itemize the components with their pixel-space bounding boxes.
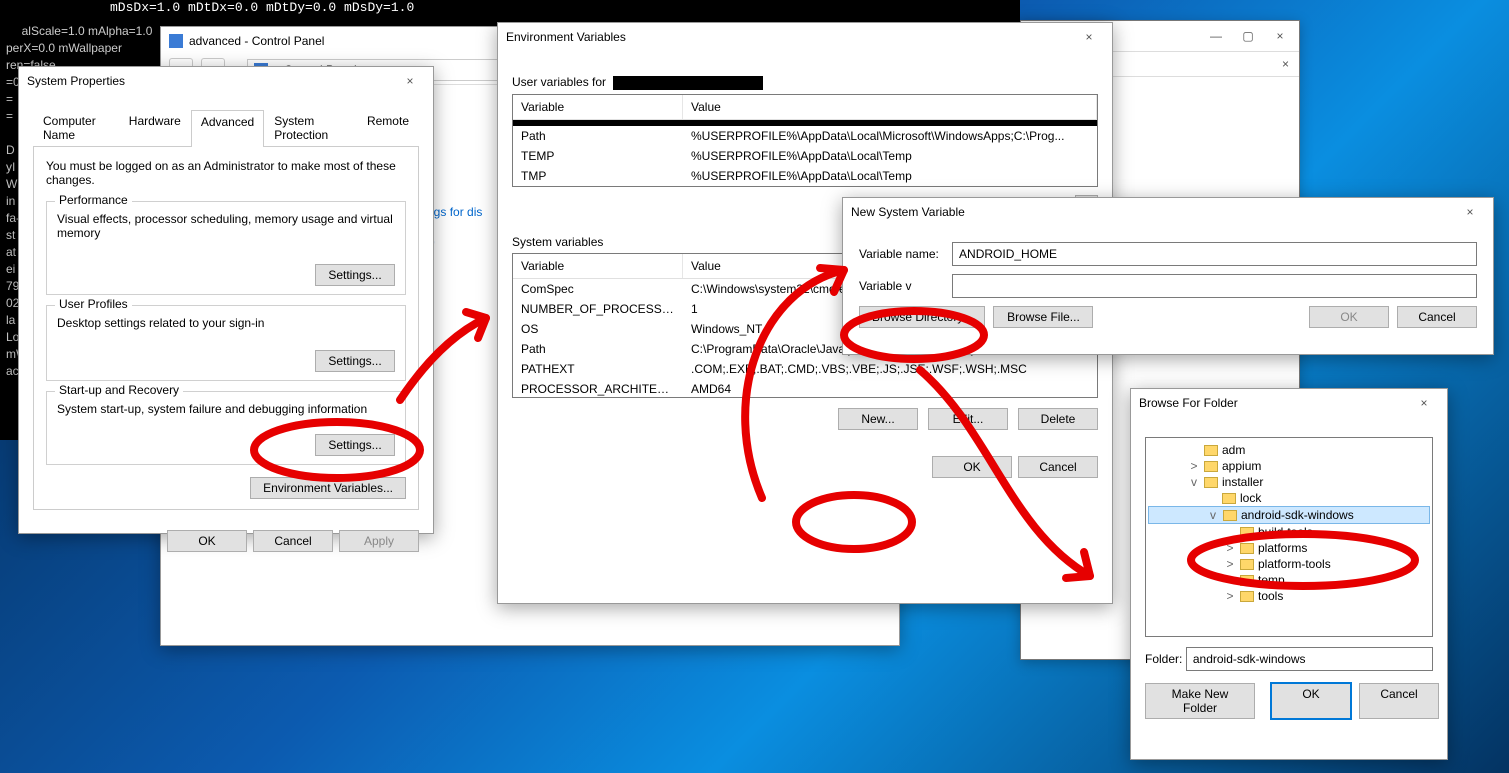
env-title: Environment Variables — [506, 30, 626, 44]
env-ok-button[interactable]: OK — [932, 456, 1012, 478]
bff-close-icon[interactable]: × — [1409, 392, 1439, 414]
username-redacted — [613, 76, 763, 90]
startup-desc: System start-up, system failure and debu… — [57, 402, 395, 416]
perf-settings-button[interactable]: Settings... — [315, 264, 395, 286]
system-properties-window: System Properties × Computer Name Hardwa… — [18, 66, 434, 534]
folder-icon — [1204, 461, 1218, 472]
newvar-cancel-button[interactable]: Cancel — [1397, 306, 1477, 328]
user-vars-label: User variables for — [512, 75, 606, 89]
user-col-variable[interactable]: Variable — [513, 95, 683, 119]
tree-item[interactable]: >appium — [1148, 458, 1430, 474]
folder-icon — [1223, 510, 1237, 521]
sysprop-close-icon[interactable]: × — [395, 70, 425, 92]
sysprop-tabs: Computer Name Hardware Advanced System P… — [33, 109, 419, 147]
tree-item[interactable]: lock — [1148, 490, 1430, 506]
sysprop-cancel-button[interactable]: Cancel — [253, 530, 333, 552]
folder-label: Folder: — [1145, 652, 1186, 666]
newvar-title: New System Variable — [851, 205, 965, 219]
user-var-row[interactable]: TEMP%USERPROFILE%\AppData\Local\Temp — [513, 146, 1097, 166]
bff-cancel-button[interactable]: Cancel — [1359, 683, 1439, 719]
var-value-label: Variable v — [859, 279, 952, 293]
bff-ok-button[interactable]: OK — [1271, 683, 1351, 719]
make-new-folder-button[interactable]: Make New Folder — [1145, 683, 1255, 719]
env-cancel-button[interactable]: Cancel — [1018, 456, 1098, 478]
user-var-row[interactable]: TMP%USERPROFILE%\AppData\Local\Temp — [513, 166, 1097, 186]
user-col-value[interactable]: Value — [683, 95, 1097, 119]
browse-folder-window: Browse For Folder × adm>appiumvinstaller… — [1130, 388, 1448, 760]
folder-icon — [1204, 477, 1218, 488]
sysprop-title: System Properties — [27, 74, 125, 88]
env-variables-button[interactable]: Environment Variables... — [250, 477, 406, 499]
perf-group-title: Performance — [55, 193, 132, 207]
bg-search-close[interactable]: × — [1282, 57, 1289, 71]
newvar-ok-button[interactable]: OK — [1309, 306, 1389, 328]
admin-note: You must be logged on as an Administrato… — [46, 159, 406, 187]
new-sysvar-window: New System Variable × Variable name: Var… — [842, 197, 1494, 355]
folder-input[interactable] — [1186, 647, 1433, 671]
browse-file-button[interactable]: Browse File... — [993, 306, 1093, 328]
user-vars-list[interactable]: Variable Value Path%USERPROFILE%\AppData… — [512, 94, 1098, 187]
var-value-input[interactable] — [952, 274, 1477, 298]
bg-window-max-icon[interactable]: ▢ — [1233, 25, 1263, 47]
tree-item[interactable]: >tools — [1148, 588, 1430, 604]
folder-tree[interactable]: adm>appiumvinstallerlockvandroid-sdk-win… — [1145, 437, 1433, 637]
tab-advanced[interactable]: Advanced — [191, 110, 264, 147]
newvar-close-icon[interactable]: × — [1455, 201, 1485, 223]
tab-system-protection[interactable]: System Protection — [264, 109, 357, 146]
sys-delete-button[interactable]: Delete — [1018, 408, 1098, 430]
tree-item[interactable]: vandroid-sdk-windows — [1148, 506, 1430, 524]
tab-computer-name[interactable]: Computer Name — [33, 109, 119, 146]
sys-new-button[interactable]: New... — [838, 408, 918, 430]
sys-var-row[interactable]: PATHEXT.COM;.EXE;.BAT;.CMD;.VBS;.VBE;.JS… — [513, 359, 1097, 379]
control-panel-icon — [169, 34, 183, 48]
sysprop-apply-button[interactable]: Apply — [339, 530, 419, 552]
folder-icon — [1240, 575, 1254, 586]
startup-group-title: Start-up and Recovery — [55, 383, 183, 397]
tree-item[interactable]: >platforms — [1148, 540, 1430, 556]
var-name-input[interactable] — [952, 242, 1477, 266]
sys-col-variable[interactable]: Variable — [513, 254, 683, 278]
tree-item[interactable]: >platform-tools — [1148, 556, 1430, 572]
tree-item[interactable]: vinstaller — [1148, 474, 1430, 490]
folder-icon — [1240, 591, 1254, 602]
bff-title: Browse For Folder — [1139, 396, 1238, 410]
tab-hardware[interactable]: Hardware — [119, 109, 191, 146]
terminal-line-2: mDsDx=1.0 mDtDx=0.0 mDtDy=0.0 mDsDy=1.0 — [110, 0, 414, 15]
sysprop-ok-button[interactable]: OK — [167, 530, 247, 552]
browse-directory-button[interactable]: Browse Directory... — [859, 306, 985, 328]
bg-window-min-icon[interactable]: — — [1201, 25, 1231, 47]
folder-icon — [1204, 445, 1218, 456]
folder-icon — [1240, 559, 1254, 570]
control-panel-title: advanced - Control Panel — [189, 34, 324, 48]
tree-item[interactable]: build-tools — [1148, 524, 1430, 540]
sys-var-row[interactable]: PROCESSOR_ARCHITECTUREAMD64 — [513, 379, 1097, 398]
bg-window-close-icon[interactable]: × — [1265, 25, 1295, 47]
startup-settings-button[interactable]: Settings... — [315, 434, 395, 456]
folder-icon — [1222, 493, 1236, 504]
tree-item[interactable]: adm — [1148, 442, 1430, 458]
profiles-settings-button[interactable]: Settings... — [315, 350, 395, 372]
tab-remote[interactable]: Remote — [357, 109, 419, 146]
env-close-icon[interactable]: × — [1074, 26, 1104, 48]
var-name-label: Variable name: — [859, 247, 952, 261]
profiles-desc: Desktop settings related to your sign-in — [57, 316, 395, 330]
profiles-group-title: User Profiles — [55, 297, 132, 311]
folder-icon — [1240, 543, 1254, 554]
user-var-row[interactable]: Path%USERPROFILE%\AppData\Local\Microsof… — [513, 126, 1097, 146]
folder-icon — [1240, 527, 1254, 538]
perf-desc: Visual effects, processor scheduling, me… — [57, 212, 395, 240]
sys-edit-button[interactable]: Edit... — [928, 408, 1008, 430]
tree-item[interactable]: temp — [1148, 572, 1430, 588]
